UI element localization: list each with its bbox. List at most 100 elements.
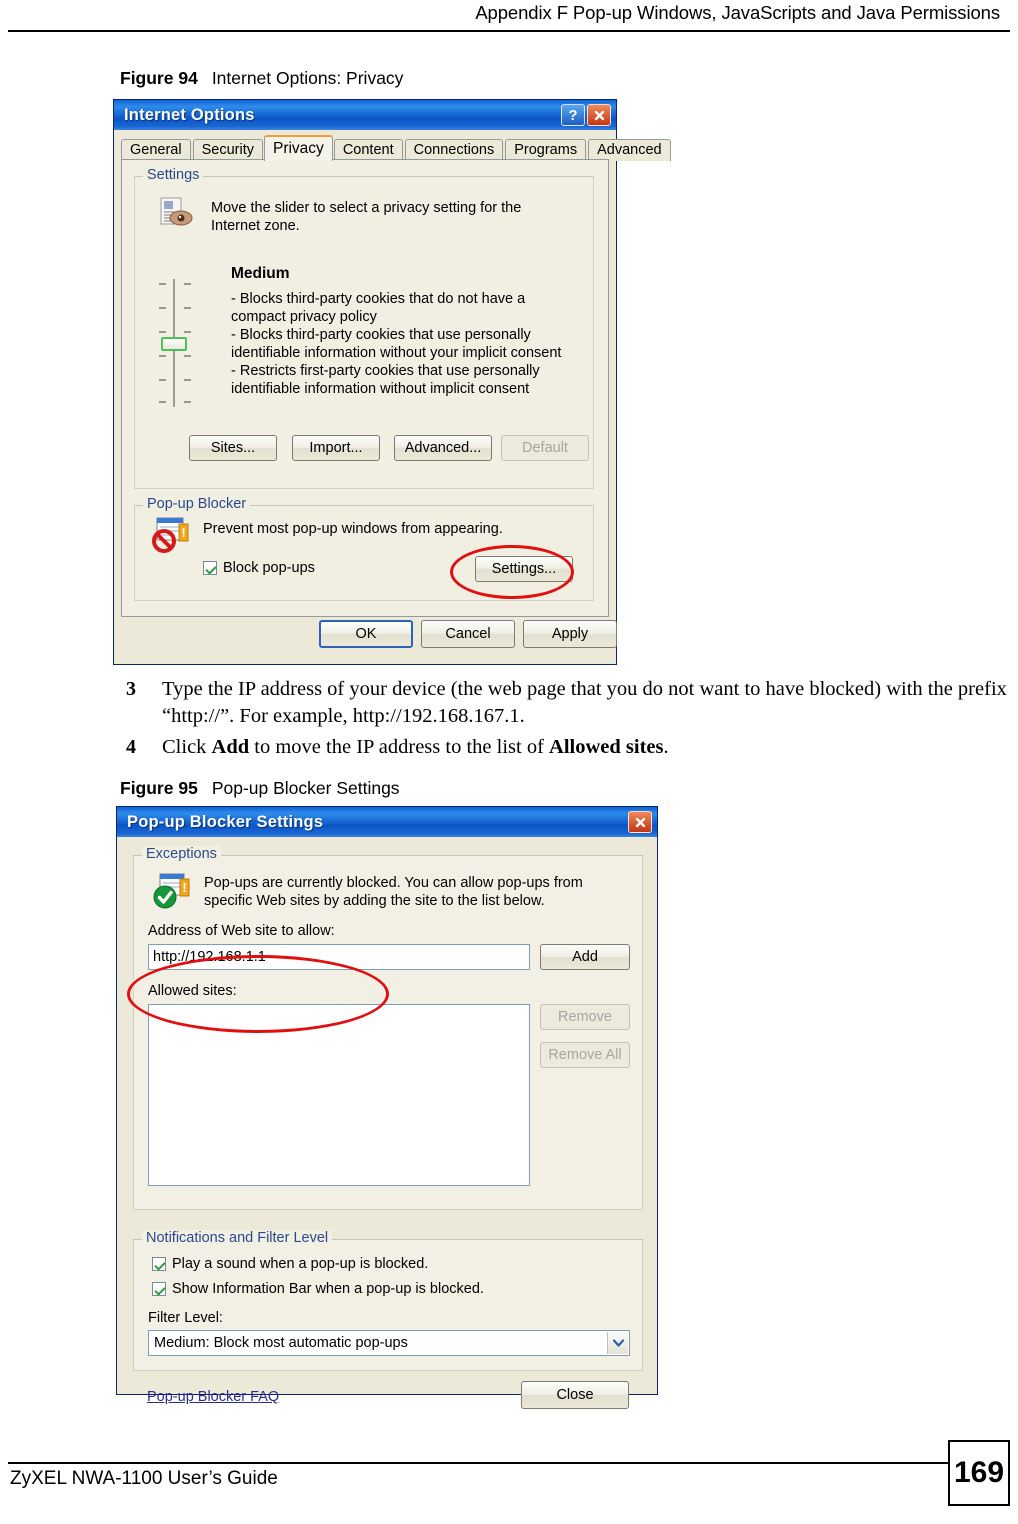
close-button[interactable]: Close — [521, 1381, 629, 1409]
slider-tick — [184, 355, 191, 357]
advanced-button[interactable]: Advanced... — [394, 435, 492, 461]
address-input[interactable]: http://192.168.1.1 — [148, 944, 530, 970]
slider-tick — [184, 379, 191, 381]
slider-tick — [159, 379, 166, 381]
popup-blocker-group: Pop-up Blocker ! Prevent most pop-up win… — [134, 496, 594, 601]
svg-text:!: ! — [182, 880, 186, 895]
tab-programs[interactable]: Programs — [505, 139, 587, 161]
step-4: 4 Click Add to move the IP address to the… — [126, 734, 1010, 761]
block-popups-label: Block pop-ups — [223, 560, 315, 576]
popups-blocked-icon: ! — [152, 872, 192, 910]
title-bar-buttons — [628, 811, 657, 833]
address-label: Address of Web site to allow: — [148, 923, 335, 939]
figure-95-label: Figure 95 — [120, 778, 198, 798]
allowed-sites-listbox[interactable] — [148, 1004, 530, 1186]
privacy-level-detail-3: - Restricts first-party cookies that use… — [231, 363, 540, 397]
popup-blocker-group-title: Pop-up Blocker — [143, 496, 251, 512]
privacy-tab-panel: Settings Move the slider to select a pri… — [121, 159, 609, 617]
slider-tick — [184, 331, 191, 333]
page-number: 169 — [953, 1456, 1005, 1489]
chevron-down-icon[interactable] — [607, 1332, 628, 1354]
privacy-level-name: Medium — [231, 265, 290, 282]
help-icon[interactable]: ? — [561, 104, 585, 126]
step-3-number: 3 — [126, 678, 136, 700]
slider-tick — [159, 283, 166, 285]
sites-button[interactable]: Sites... — [189, 435, 277, 461]
tab-advanced[interactable]: Advanced — [588, 139, 671, 161]
title-bar: Pop-up Blocker Settings — [117, 807, 657, 837]
slider-tick — [184, 283, 191, 285]
title-bar-buttons: ? — [561, 104, 616, 126]
import-button[interactable]: Import... — [292, 435, 380, 461]
slider-thumb[interactable] — [161, 337, 187, 351]
page-footer: ZyXEL NWA-1100 User’s Guide 169 — [0, 1440, 1018, 1524]
checkbox-box-icon — [152, 1257, 166, 1271]
dialog-body: Exceptions ! Pop-ups are currently block… — [117, 837, 657, 1409]
filter-level-value: Medium: Block most automatic pop-ups — [154, 1335, 408, 1351]
page-footer-text: ZyXEL NWA-1100 User’s Guide — [10, 1468, 278, 1489]
figure-94-caption: Figure 94 Internet Options: Privacy — [120, 68, 403, 89]
apply-button[interactable]: Apply — [523, 620, 617, 648]
popup-blocker-description: Prevent most pop-up windows from appeari… — [203, 521, 503, 537]
popup-blocker-faq-link[interactable]: Pop-up Blocker FAQ — [147, 1389, 279, 1405]
figure-94-label: Figure 94 — [120, 68, 198, 88]
privacy-level-block: Medium - Blocks third-party cookies that… — [231, 265, 571, 398]
step-4-text-1: Click — [162, 736, 212, 758]
show-info-bar-label: Show Information Bar when a pop-up is bl… — [172, 1281, 484, 1297]
settings-description: Move the slider to select a privacy sett… — [211, 200, 522, 234]
privacy-level-slider[interactable] — [159, 279, 191, 407]
exceptions-group-title: Exceptions — [142, 846, 221, 862]
tab-general[interactable]: General — [121, 139, 191, 161]
remove-button: Remove — [540, 1004, 630, 1030]
ok-button[interactable]: OK — [319, 620, 413, 648]
close-icon[interactable] — [587, 104, 611, 126]
popup-blocker-settings-dialog: Pop-up Blocker Settings Exceptions ! Pop… — [116, 806, 658, 1409]
filter-level-select[interactable]: Medium: Block most automatic pop-ups — [148, 1330, 630, 1356]
settings-group-title: Settings — [143, 167, 204, 183]
play-sound-checkbox[interactable]: Play a sound when a pop-up is blocked. — [152, 1256, 428, 1272]
cancel-button[interactable]: Cancel — [421, 620, 515, 648]
page-header: Appendix F Pop-up Windows, JavaScripts a… — [0, 0, 1018, 34]
checkbox-box-icon — [152, 1282, 166, 1296]
internet-options-dialog: Internet Options ? General Security Priv… — [113, 99, 671, 665]
page-footer-rule — [8, 1462, 948, 1464]
tab-content[interactable]: Content — [333, 139, 403, 161]
slider-tick — [184, 401, 191, 403]
remove-all-button: Remove All — [540, 1042, 630, 1068]
step-3-text: Type the IP address of your device (the … — [162, 678, 1007, 727]
block-popups-checkbox[interactable]: Block pop-ups — [203, 560, 315, 576]
default-button: Default — [501, 435, 589, 461]
show-info-bar-checkbox[interactable]: Show Information Bar when a pop-up is bl… — [152, 1281, 484, 1297]
settings-group: Settings Move the slider to select a pri… — [134, 167, 594, 489]
filter-level-label: Filter Level: — [148, 1310, 223, 1326]
step-3: 3 Type the IP address of your device (th… — [126, 676, 1010, 730]
slider-tick — [184, 307, 191, 309]
notifications-group: Notifications and Filter Level Play a so… — [133, 1230, 643, 1371]
slider-tick — [159, 307, 166, 309]
dialog-title: Pop-up Blocker Settings — [127, 812, 324, 831]
exceptions-description: Pop-ups are currently blocked. You can a… — [204, 875, 583, 909]
privacy-settings-icon — [159, 197, 193, 229]
popup-settings-button[interactable]: Settings... — [475, 556, 573, 582]
tab-strip: General Security Privacy Content Connect… — [121, 135, 673, 161]
close-icon[interactable] — [628, 811, 652, 833]
allowed-sites-label: Allowed sites: — [148, 983, 237, 999]
svg-text:!: ! — [181, 525, 185, 540]
add-button[interactable]: Add — [540, 944, 630, 970]
slider-tick — [159, 401, 166, 403]
step-4-text-3: . — [663, 736, 669, 758]
step-4-number: 4 — [126, 736, 136, 758]
slider-tick — [159, 355, 166, 357]
tab-connections[interactable]: Connections — [404, 139, 504, 161]
slider-tick — [159, 331, 166, 333]
play-sound-label: Play a sound when a pop-up is blocked. — [172, 1256, 429, 1272]
exceptions-group: Exceptions ! Pop-ups are currently block… — [133, 846, 643, 1210]
page-number-box: 169 — [948, 1440, 1010, 1506]
checkbox-box-icon — [203, 561, 217, 575]
figure-94-title: Internet Options: Privacy — [211, 68, 404, 88]
privacy-level-detail-2: - Blocks third-party cookies that use pe… — [231, 327, 562, 361]
tab-security[interactable]: Security — [192, 139, 263, 161]
page-header-text: Appendix F Pop-up Windows, JavaScripts a… — [475, 2, 1000, 23]
privacy-level-detail-1: - Blocks third-party cookies that do not… — [231, 291, 526, 325]
tab-privacy[interactable]: Privacy — [263, 135, 333, 161]
